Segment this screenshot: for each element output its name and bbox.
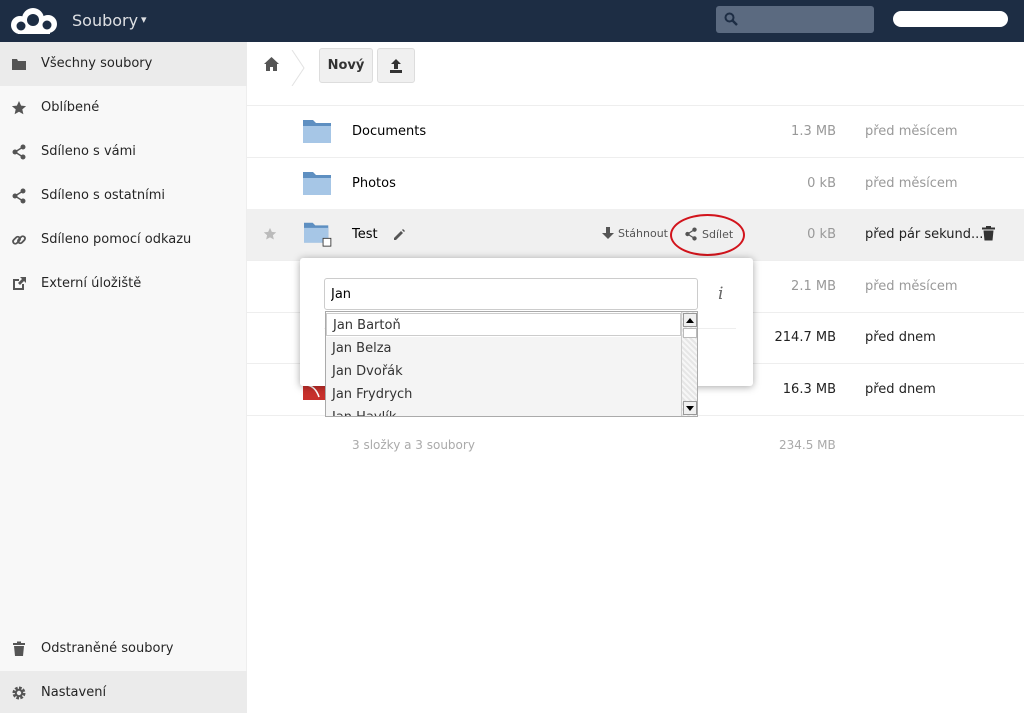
home-icon[interactable] [263, 56, 280, 72]
sidebar-item-label: Sdíleno pomocí odkazu [41, 232, 192, 247]
autocomplete-item[interactable]: Jan Bartoň [326, 313, 681, 336]
share-icon [12, 188, 26, 204]
app-menu-caret-icon[interactable]: ▾ [141, 13, 147, 26]
autocomplete-item[interactable]: Jan Frydrych [326, 383, 681, 406]
file-row-test[interactable]: Test Stáhnout Sdílet 0 kB před pár sekun… [247, 209, 1024, 261]
sidebar-item-label: Nastavení [41, 685, 107, 700]
gear-icon [12, 686, 26, 700]
sidebar-item-external-storage[interactable]: Externí úložiště [0, 262, 247, 306]
file-row-documents[interactable]: Documents 1.3 MB před měsícem [247, 106, 1024, 158]
controls-bar: Nový [247, 42, 1024, 106]
share-icon [12, 144, 26, 160]
sidebar-item-all-files[interactable]: Všechny soubory [0, 42, 247, 86]
file-row-photos[interactable]: Photos 0 kB před měsícem [247, 158, 1024, 210]
summary-counts: 3 složky a 3 soubory [352, 438, 475, 452]
sidebar-item-deleted-files[interactable]: Odstraněné soubory [0, 627, 247, 671]
trash-icon [13, 641, 25, 656]
folder-icon [303, 172, 331, 195]
scroll-down-arrow-icon[interactable] [683, 401, 697, 415]
sidebar-item-shared-with-you[interactable]: Sdíleno s vámi [0, 130, 247, 174]
user-menu[interactable] [893, 11, 1008, 27]
file-size: 0 kB [807, 227, 836, 242]
download-icon [602, 227, 614, 239]
download-label: Stáhnout [618, 227, 668, 240]
autocomplete-item[interactable]: Jan Dvořák [326, 360, 681, 383]
file-size: 2.1 MB [791, 279, 836, 294]
owncloud-logo-icon[interactable] [8, 7, 60, 35]
sidebar-item-favorites[interactable]: Oblíbené [0, 86, 247, 130]
file-name[interactable]: Documents [352, 124, 426, 139]
header-bar: Soubory ▾ [0, 0, 1024, 42]
sidebar: Všechny soubory Oblíbené Sdíleno s vámi … [0, 42, 247, 713]
file-modified: před dnem [865, 382, 936, 397]
file-modified: před měsícem [865, 279, 958, 294]
shared-folder-icon [304, 222, 332, 247]
file-size: 1.3 MB [791, 124, 836, 139]
file-size: 0 kB [807, 176, 836, 191]
search-icon [724, 12, 738, 26]
summary-total-size: 234.5 MB [779, 438, 836, 452]
link-icon [12, 235, 26, 245]
favorite-star-icon[interactable] [263, 227, 277, 241]
new-button[interactable]: Nový [319, 48, 373, 83]
upload-button[interactable] [377, 48, 415, 83]
app-title[interactable]: Soubory [72, 11, 138, 30]
file-modified: před měsícem [865, 176, 958, 191]
file-name[interactable]: Test [352, 227, 378, 242]
sidebar-item-settings[interactable]: Nastavení [0, 671, 247, 713]
upload-icon [390, 58, 402, 73]
search-input[interactable] [742, 8, 870, 31]
folder-icon [12, 59, 26, 70]
file-modified: před měsícem [865, 124, 958, 139]
sidebar-item-label: Sdíleno s vámi [41, 144, 136, 159]
share-with-input[interactable] [324, 278, 698, 310]
highlight-circle [670, 214, 745, 256]
share-autocomplete-list: Jan Bartoň Jan Belza Jan Dvořák Jan Fryd… [325, 311, 698, 417]
sidebar-item-label: Všechny soubory [41, 56, 153, 71]
file-size: 214.7 MB [774, 330, 836, 345]
autocomplete-scrollbar[interactable] [681, 312, 697, 416]
file-modified: před pár sekund... [865, 227, 984, 242]
info-icon[interactable]: i [718, 284, 723, 304]
star-icon [11, 101, 27, 115]
scroll-thumb[interactable] [683, 328, 697, 338]
breadcrumb-separator-icon [291, 50, 305, 86]
sidebar-item-shared-by-link[interactable]: Sdíleno pomocí odkazu [0, 218, 247, 262]
sidebar-item-shared-with-others[interactable]: Sdíleno s ostatními [0, 174, 247, 218]
download-action[interactable]: Stáhnout [602, 227, 668, 240]
file-size: 16.3 MB [782, 382, 836, 397]
sidebar-item-label: Odstraněné soubory [41, 641, 174, 656]
scroll-up-arrow-icon[interactable] [683, 313, 697, 327]
sidebar-item-label: Oblíbené [41, 100, 100, 115]
autocomplete-item[interactable]: Jan Belza [326, 337, 681, 360]
external-storage-icon [13, 277, 26, 290]
file-name[interactable]: Photos [352, 176, 396, 191]
rename-pencil-icon[interactable] [392, 228, 406, 242]
autocomplete-item[interactable]: Jan Havlík [326, 406, 681, 416]
file-modified: před dnem [865, 330, 936, 345]
folder-icon [303, 120, 331, 143]
sidebar-item-label: Sdíleno s ostatními [41, 188, 165, 203]
delete-trash-icon[interactable] [982, 226, 995, 241]
sidebar-item-label: Externí úložiště [41, 276, 142, 291]
